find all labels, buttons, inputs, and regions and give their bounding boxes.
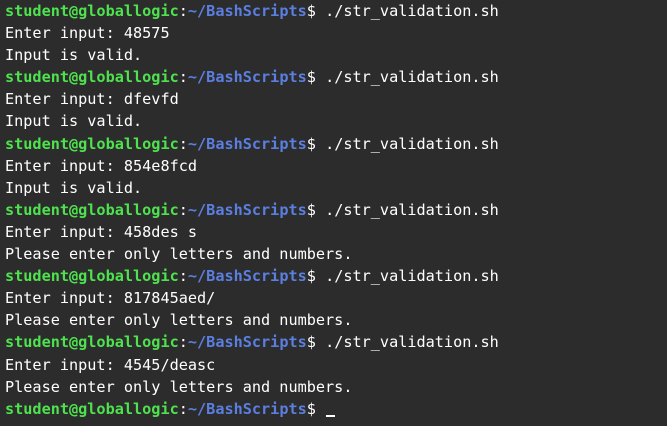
prompt-dollar: $ (306, 134, 326, 153)
prompt-path: ~/BashScripts (187, 200, 307, 219)
prompt-colon: : (178, 399, 188, 418)
prompt-line: student@globallogic:~/BashScripts$ ./str… (5, 199, 667, 221)
result-line: Please enter only letters and numbers. (5, 245, 353, 264)
prompt-colon: : (178, 68, 188, 87)
prompt-user-host: student@globallogic (5, 2, 179, 20)
prompt-dollar: $ (306, 333, 326, 352)
prompt-user-host: student@globallogic (5, 267, 179, 286)
result-line: Input is valid. (5, 46, 143, 65)
prompt-path: ~/BashScripts (187, 134, 307, 153)
prompt-path: ~/BashScripts (187, 267, 307, 286)
prompt-path: ~/BashScripts (187, 2, 307, 20)
prompt-colon: : (178, 134, 188, 153)
result-line: Input is valid. (5, 112, 143, 131)
command-text: ./str_validation.sh (325, 134, 499, 153)
prompt-colon: : (178, 333, 188, 352)
prompt-user-host: student@globallogic (5, 333, 179, 352)
prompt-colon: : (178, 267, 188, 286)
prompt-path: ~/BashScripts (187, 333, 307, 352)
prompt-line: student@globallogic:~/BashScripts$ ./str… (5, 133, 667, 155)
input-echo-line: Enter input: 48575 (5, 24, 170, 43)
command-text: ./str_validation.sh (325, 68, 499, 87)
prompt-user-host: student@globallogic (5, 68, 179, 87)
input-echo-line: Enter input: 817845aed/ (5, 289, 216, 308)
prompt-colon: : (178, 200, 188, 219)
prompt-colon: : (178, 2, 188, 20)
input-echo-line: Enter input: 854e8fcd (5, 156, 198, 175)
command-text: ./str_validation.sh (325, 267, 499, 286)
prompt-path: ~/BashScripts (187, 68, 307, 87)
prompt-dollar: $ (306, 200, 326, 219)
prompt-line: student@globallogic:~/BashScripts$ ./str… (5, 0, 667, 22)
prompt-dollar: $ (306, 399, 326, 418)
prompt-user-host: student@globallogic (5, 134, 179, 153)
result-line: Please enter only letters and numbers. (5, 311, 353, 330)
result-line: Input is valid. (5, 178, 143, 197)
text-cursor (326, 414, 336, 417)
prompt-path: ~/BashScripts (187, 399, 307, 418)
command-text: ./str_validation.sh (325, 200, 499, 219)
active-prompt-line[interactable]: student@globallogic:~/BashScripts$ (5, 398, 667, 420)
input-echo-line: Enter input: 4545/deasc (5, 355, 216, 374)
prompt-line: student@globallogic:~/BashScripts$ ./str… (5, 265, 667, 287)
command-text: ./str_validation.sh (325, 333, 499, 352)
prompt-dollar: $ (306, 68, 326, 87)
result-line: Please enter only letters and numbers. (5, 377, 353, 396)
prompt-line: student@globallogic:~/BashScripts$ ./str… (5, 66, 667, 88)
prompt-dollar: $ (306, 2, 326, 20)
terminal-window[interactable]: student@globallogic:~/BashScripts$ ./str… (0, 0, 667, 426)
prompt-line: student@globallogic:~/BashScripts$ ./str… (5, 331, 667, 353)
input-echo-line: Enter input: 458des s (5, 222, 198, 241)
prompt-user-host: student@globallogic (5, 200, 179, 219)
prompt-user-host: student@globallogic (5, 399, 179, 418)
command-text: ./str_validation.sh (325, 2, 499, 20)
input-echo-line: Enter input: dfevfd (5, 90, 179, 109)
prompt-dollar: $ (306, 267, 326, 286)
